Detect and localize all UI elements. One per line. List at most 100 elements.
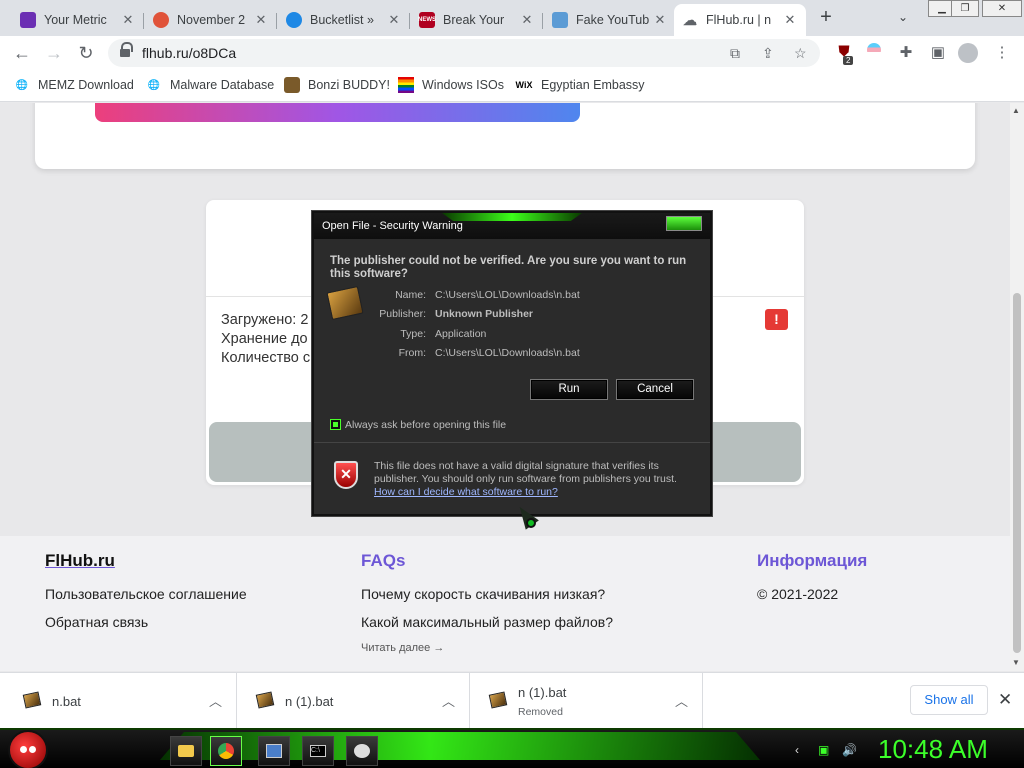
- tab-title: FlHub.ru | n: [706, 13, 772, 27]
- upload-card: [35, 103, 975, 169]
- tab-your-metric[interactable]: Your Metric ✕: [12, 4, 144, 36]
- dialog-title: Open File - Security Warning: [322, 220, 463, 232]
- bookmark-memz[interactable]: 🌐 MEMZ Download: [14, 77, 134, 93]
- tab-title: Bucketlist »: [310, 13, 374, 27]
- translate-icon[interactable]: ⧉: [730, 45, 740, 62]
- bookmark-label: Windows ISOs: [422, 78, 504, 92]
- user-agreement-link[interactable]: Пользовательское соглашение: [45, 586, 247, 602]
- paint-icon[interactable]: [346, 736, 378, 766]
- tab-title: November 2: [177, 13, 246, 27]
- dialog-titlebar[interactable]: Open File - Security Warning: [314, 213, 710, 239]
- tab-november[interactable]: November 2 ✕: [145, 4, 277, 36]
- help-link[interactable]: How can I decide what software to run?: [374, 486, 558, 498]
- report-alert-icon[interactable]: !: [765, 309, 788, 330]
- gradient-button[interactable]: [95, 103, 580, 122]
- chevron-up-icon[interactable]: ︿: [209, 691, 222, 710]
- tab-break-your[interactable]: NEWS Break Your ✕: [411, 4, 543, 36]
- bonzi-icon: [284, 77, 300, 93]
- name-key: Name:: [395, 289, 426, 301]
- tab-title: Break Your: [443, 13, 505, 27]
- scroll-up-icon[interactable]: ▲: [1012, 106, 1020, 115]
- close-icon[interactable]: ✕: [120, 12, 136, 28]
- tab-fake-youtube[interactable]: Fake YouTub ✕: [544, 4, 676, 36]
- bookmark-label: Egyptian Embassy: [541, 78, 645, 92]
- always-ask-label[interactable]: Always ask before opening this file: [345, 419, 506, 431]
- reload-button[interactable]: ↻: [74, 41, 98, 65]
- extensions-puzzle-icon[interactable]: ✚: [896, 43, 916, 63]
- uploaded-text: Загружено: 2: [221, 312, 309, 328]
- address-bar[interactable]: flhub.ru/o8DCa ⧉ ⇪ ☆: [108, 39, 820, 67]
- page-icon: [552, 12, 568, 28]
- cancel-button[interactable]: Cancel: [616, 379, 694, 400]
- run-button[interactable]: Run: [530, 379, 608, 400]
- download-filename: n (1).bat: [518, 685, 567, 700]
- share-icon[interactable]: ⇪: [762, 45, 774, 62]
- faq-size-link[interactable]: Какой максимальный размер файлов?: [361, 614, 613, 630]
- bookmark-star-icon[interactable]: ☆: [794, 45, 807, 62]
- batch-file-icon: [255, 691, 275, 709]
- chevron-up-icon[interactable]: ︿: [675, 691, 688, 710]
- tab-bucketlist[interactable]: Bucketlist » ✕: [278, 4, 410, 36]
- close-icon[interactable]: ✕: [652, 12, 668, 28]
- forward-button[interactable]: →: [42, 41, 66, 65]
- close-icon[interactable]: ✕: [386, 12, 402, 28]
- new-tab-button[interactable]: +: [816, 7, 836, 28]
- globe-icon: [286, 12, 302, 28]
- site-footer: FlHub.ru Пользовательское соглашение Обр…: [0, 536, 1010, 671]
- lock-icon[interactable]: [120, 42, 133, 58]
- batch-file-icon: [488, 691, 508, 709]
- download-item[interactable]: n (1).bat Removed ︿: [470, 673, 703, 729]
- start-button-angry-bird-icon[interactable]: [8, 730, 48, 768]
- back-button[interactable]: ←: [10, 41, 34, 65]
- globe-icon: 🌐: [15, 79, 29, 91]
- chrome-icon[interactable]: [210, 736, 242, 766]
- tab-flhub[interactable]: ☁ FlHub.ru | n ✕: [674, 4, 806, 36]
- taskbar: C:\ ‹ ▣ 🔊 10:48 AM: [0, 728, 1024, 768]
- bird-eye: [20, 746, 27, 753]
- tab-search-chevron-icon[interactable]: ⌄: [898, 10, 908, 24]
- cloud-icon: ☁: [683, 11, 697, 28]
- volume-icon[interactable]: 🔊: [842, 743, 857, 757]
- scrollbar-thumb[interactable]: [1013, 293, 1021, 653]
- download-shelf: n.bat ︿ n (1).bat ︿ n (1).bat Removed ︿ …: [0, 672, 1024, 729]
- close-icon[interactable]: ✕: [253, 12, 269, 28]
- bookmark-windows-isos[interactable]: Windows ISOs: [398, 77, 504, 93]
- info-heading: Информация: [757, 551, 868, 570]
- restore-button[interactable]: ❐: [951, 0, 979, 17]
- close-icon[interactable]: ✕: [782, 12, 798, 28]
- faq-speed-link[interactable]: Почему скорость скачивания низкая?: [361, 586, 605, 602]
- show-all-button[interactable]: Show all: [910, 685, 988, 715]
- side-panel-icon[interactable]: ▣: [928, 43, 948, 63]
- show-hidden-icons-chevron-icon[interactable]: ‹: [795, 743, 799, 757]
- news-icon: NEWS: [418, 12, 436, 28]
- url-text[interactable]: flhub.ru/o8DCa: [142, 45, 236, 61]
- dialog-divider: [314, 442, 710, 443]
- chevron-up-icon[interactable]: ︿: [442, 691, 455, 710]
- download-item[interactable]: n.bat ︿: [4, 673, 237, 729]
- computer-management-icon[interactable]: [258, 736, 290, 766]
- window-close-button[interactable]: ✕: [982, 0, 1022, 17]
- read-more-link[interactable]: Читать далее →: [361, 642, 444, 654]
- extension-icon[interactable]: [864, 43, 884, 63]
- bookmark-bonzi-buddy[interactable]: Bonzi BUDDY!: [284, 77, 390, 93]
- file-explorer-icon[interactable]: [170, 736, 202, 766]
- download-filename: n.bat: [52, 694, 81, 709]
- close-shelf-icon[interactable]: ✕: [998, 690, 1012, 710]
- name-value: C:\Users\LOL\Downloads\n.bat: [435, 289, 580, 301]
- network-icon[interactable]: ▣: [818, 743, 829, 757]
- bookmark-egyptian-embassy[interactable]: WiX Egyptian Embassy: [515, 77, 645, 93]
- feedback-link[interactable]: Обратная связь: [45, 614, 148, 630]
- command-prompt-icon[interactable]: C:\: [302, 736, 334, 766]
- menu-kebab-icon[interactable]: ⋮: [992, 43, 1012, 63]
- download-status: Removed: [518, 706, 563, 718]
- taskbar-clock[interactable]: 10:48 AM: [878, 734, 988, 765]
- close-icon[interactable]: ✕: [519, 12, 535, 28]
- always-ask-checkbox[interactable]: [330, 419, 341, 430]
- footer-brand[interactable]: FlHub.ru: [45, 551, 115, 571]
- dialog-close-button[interactable]: [666, 216, 702, 231]
- download-item[interactable]: n (1).bat ︿: [237, 673, 470, 729]
- profile-avatar-icon[interactable]: [958, 43, 978, 63]
- scroll-down-icon[interactable]: ▼: [1012, 658, 1020, 667]
- page-scrollbar[interactable]: ▲ ▼: [1010, 103, 1024, 671]
- bookmark-malware-database[interactable]: 🌐 Malware Database: [146, 77, 274, 93]
